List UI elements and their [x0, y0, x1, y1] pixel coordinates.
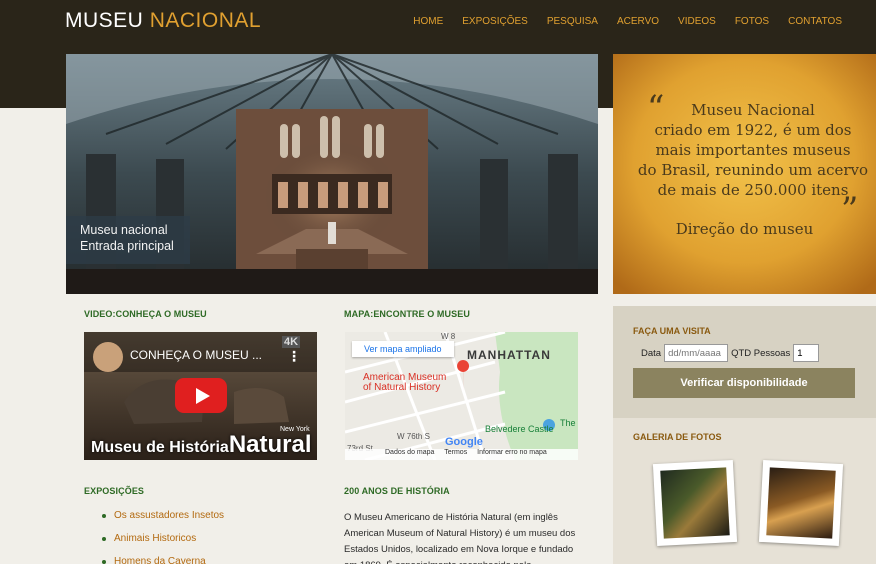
visit-form-row: Data QTD Pessoas [641, 344, 820, 362]
logo-text-nacional: NACIONAL [149, 9, 262, 32]
quote-author: Direção do museu [675, 220, 814, 238]
hero-caption: Museu nacional Entrada principal [66, 216, 190, 264]
video-overlay-small: New York [280, 426, 310, 433]
video-overlay-text-part1: Museu de História [91, 439, 229, 456]
video-overlay-text: Museu de HistóriaNatural [91, 431, 312, 459]
nav-acervo[interactable]: ACERVO [617, 16, 659, 27]
date-label: Data [641, 347, 662, 359]
map-footer: Dados do mapa Termos Informar erro no ma… [345, 449, 578, 460]
nav-videos[interactable]: VIDEOS [678, 16, 716, 27]
map-report-link[interactable]: Informar erro no mapa [477, 449, 547, 456]
map-embed[interactable]: Ver mapa ampliado MANHATTAN American Mus… [345, 332, 578, 460]
hero-caption-line1: Museu nacional [80, 223, 168, 237]
history-title: 200 ANOS DE HISTÓRIA [344, 486, 450, 496]
map-street-label: The [560, 418, 576, 428]
quote-text: Museu Nacional criado em 1922, é um dos … [633, 100, 873, 200]
gallery-panel: GALERIA DE FOTOS [613, 418, 876, 564]
nav-contatos[interactable]: CONTATOS [788, 16, 842, 27]
quote-box: “ Museu Nacional criado em 1922, é um do… [613, 54, 876, 294]
quote-line: criado em 1922, é um dos [654, 121, 852, 139]
qty-field[interactable] [793, 344, 820, 362]
video-player[interactable]: CONHEÇA O MUSEU ... 4K ⋮ Museu de Histór… [84, 332, 317, 460]
play-button[interactable] [175, 378, 227, 413]
map-area-label: MANHATTAN [467, 348, 551, 362]
video-4k-badge: 4K [282, 336, 301, 348]
map-data-link[interactable]: Dados do mapa [385, 449, 434, 456]
video-section-title: VIDEO:CONHEÇA O MUSEU [84, 309, 207, 319]
visit-panel: FAÇA UMA VISITA Data QTD Pessoas Verific… [613, 306, 876, 418]
more-options-icon[interactable]: ⋮ [287, 348, 301, 365]
nav-exposicoes[interactable]: EXPOSIÇÕES [462, 16, 528, 27]
view-larger-map-link[interactable]: Ver mapa ampliado [352, 341, 454, 357]
google-logo: Google [445, 436, 483, 448]
nav-home[interactable]: HOME [413, 16, 443, 27]
gallery-photo[interactable] [652, 459, 738, 547]
exhibitions-list: Os assustadores Insetos Animais Historic… [102, 510, 224, 564]
history-text: O Museu Americano de História Natural (e… [344, 512, 576, 564]
quote-line: do Brasil, reunindo um acervo [637, 161, 869, 179]
list-item[interactable]: Os assustadores Insetos [102, 510, 224, 521]
qty-label: QTD Pessoas [731, 347, 791, 359]
map-place-label[interactable]: American Museum of Natural History [363, 373, 446, 393]
nav-pesquisa[interactable]: PESQUISA [547, 16, 598, 27]
hero-caption-line2: Entrada principal [80, 239, 174, 253]
channel-avatar[interactable] [93, 342, 123, 372]
map-street-label: W 76th S [397, 432, 430, 441]
quote-line: mais importantes museus [655, 141, 851, 159]
date-field[interactable] [664, 344, 729, 362]
exhibitions-title: EXPOSIÇÕES [84, 486, 145, 496]
gallery-photo-image [660, 467, 730, 539]
quote-line: de mais de 250.000 itens [657, 181, 849, 199]
quote-line: Museu Nacional [691, 101, 815, 119]
nav-fotos[interactable]: FOTOS [735, 16, 769, 27]
site-logo[interactable]: MUSEU NACIONAL [65, 9, 261, 33]
gallery-photo[interactable] [758, 459, 844, 547]
gallery-photo-image [766, 467, 836, 539]
list-item[interactable]: Animais Historicos [102, 533, 224, 544]
visit-title: FAÇA UMA VISITA [633, 326, 711, 336]
gallery-title: GALERIA DE FOTOS [633, 432, 722, 442]
video-overlay-text-part2: Natural [228, 431, 312, 458]
map-place-line2: of Natural History [363, 382, 441, 393]
map-street-label: W 8 [441, 332, 456, 341]
map-castle-label: Belvedere Castle [485, 424, 554, 434]
list-item[interactable]: Homens da Caverna [102, 556, 224, 564]
check-availability-button[interactable]: Verificar disponibilidade [633, 368, 855, 398]
map-terms-link[interactable]: Termos [444, 449, 467, 456]
video-title[interactable]: CONHEÇA O MUSEU ... [130, 348, 262, 362]
main-nav: HOME EXPOSIÇÕES PESQUISA ACERVO VIDEOS F… [394, 16, 842, 27]
hero-image: Museu nacional Entrada principal [66, 54, 598, 294]
map-section-title: MAPA:ENCONTRE O MUSEU [344, 309, 470, 319]
logo-text-museu: MUSEU [65, 9, 144, 32]
